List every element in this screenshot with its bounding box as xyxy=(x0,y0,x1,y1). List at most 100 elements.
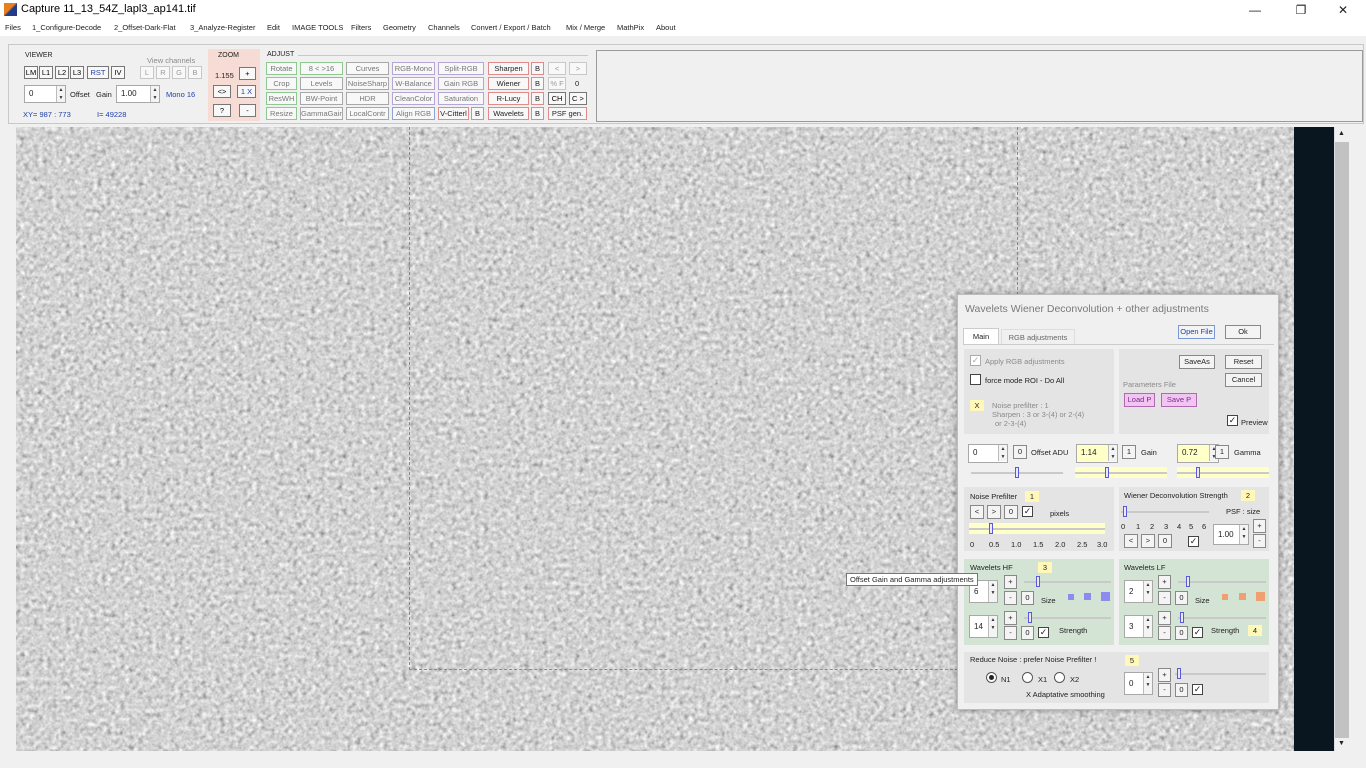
viewer-l3-button[interactable]: L3 xyxy=(70,66,84,79)
save-as-button[interactable]: SaveAs xyxy=(1179,355,1215,369)
bw-point-button[interactable]: BW-Point xyxy=(300,92,343,105)
zoom-1x-button[interactable]: 1 X xyxy=(237,85,256,98)
channel-b-button[interactable]: B xyxy=(188,66,202,79)
wiener-reset-button[interactable]: 0 xyxy=(1158,534,1172,548)
wiener-decrease-button[interactable]: < xyxy=(1124,534,1138,548)
reduce-noise-spinner[interactable]: 0 ▲ ▼ xyxy=(1124,672,1153,695)
lf-size-minus-button[interactable]: - xyxy=(1158,591,1171,605)
save-p-button[interactable]: Save P xyxy=(1161,393,1197,407)
gain-spinner[interactable]: 1.14 ▲ ▼ xyxy=(1076,444,1118,463)
psf-gen-button[interactable]: PSF gen. xyxy=(548,107,587,120)
hf-strength-spinner[interactable]: 14 ▲ ▼ xyxy=(969,615,998,638)
wiener-b-button[interactable]: B xyxy=(531,77,544,90)
menu-files[interactable]: Files xyxy=(5,23,21,32)
wiener-slider-thumb[interactable] xyxy=(1123,506,1127,517)
gain-slider-thumb[interactable] xyxy=(1105,467,1109,478)
zoom-help-button[interactable]: ? xyxy=(213,104,231,117)
apply-rgb-checkbox[interactable]: ✓ xyxy=(970,355,981,366)
close-button[interactable]: ✕ xyxy=(1320,0,1366,20)
noise-reset-button[interactable]: 0 xyxy=(1004,505,1018,519)
menu-edit[interactable]: Edit xyxy=(267,23,280,32)
lf-size-slider[interactable] xyxy=(1178,576,1266,587)
scroll-down-icon[interactable]: ▼ xyxy=(1338,740,1345,747)
noise-increase-button[interactable]: > xyxy=(987,505,1001,519)
gain-reset-button[interactable]: 1 xyxy=(1122,445,1136,459)
reduce-noise-checkbox[interactable]: ✓ xyxy=(1192,684,1203,695)
force-mode-checkbox[interactable] xyxy=(970,374,981,385)
viewer-iv-button[interactable]: IV xyxy=(111,66,125,79)
menu-about[interactable]: About xyxy=(656,23,676,32)
scroll-up-icon[interactable]: ▲ xyxy=(1338,130,1345,137)
reduce-noise-reset-button[interactable]: 0 xyxy=(1175,683,1188,697)
viewer-l1-button[interactable]: L1 xyxy=(39,66,53,79)
n1-radio[interactable] xyxy=(986,672,997,683)
viewer-gain-spinner[interactable]: 1.00 ▲ ▼ xyxy=(116,85,160,103)
menu-configure-decode[interactable]: 1_Configure-Decode xyxy=(32,23,101,32)
reswh-button[interactable]: ResWH xyxy=(266,92,297,105)
hdr-button[interactable]: HDR xyxy=(346,92,389,105)
saturation-button[interactable]: Saturation xyxy=(438,92,484,105)
v-citterl-b-button[interactable]: B xyxy=(471,107,484,120)
percent-f-button[interactable]: % F xyxy=(548,77,566,90)
wavelets-b-button[interactable]: B xyxy=(531,107,544,120)
menu-mix-merge[interactable]: Mix / Merge xyxy=(566,23,605,32)
reset-button[interactable]: Reset xyxy=(1225,355,1262,369)
lf-strength-minus-button[interactable]: - xyxy=(1158,626,1171,640)
spinner-arrows-icon[interactable]: ▲ ▼ xyxy=(988,616,997,637)
offset-adu-spinner[interactable]: 0 ▲ ▼ xyxy=(968,444,1008,463)
noisesharp-button[interactable]: NoiseSharp xyxy=(346,77,389,90)
gain-rgb-button[interactable]: Gain RGB xyxy=(438,77,484,90)
noise-decrease-button[interactable]: < xyxy=(970,505,984,519)
menu-offset-dark-flat[interactable]: 2_Offset-Dark-Flat xyxy=(114,23,176,32)
tab-rgb-adjustments[interactable]: RGB adjustments xyxy=(1001,329,1075,344)
gammagain-button[interactable]: GammaGain xyxy=(300,107,343,120)
gamma-spinner[interactable]: 0.72 ▲ ▼ xyxy=(1177,444,1219,463)
wiener-strength-slider[interactable] xyxy=(1121,506,1209,517)
viewer-l2-button[interactable]: L2 xyxy=(55,66,69,79)
adjust-prev-button[interactable]: < xyxy=(548,62,566,75)
spinner-arrows-icon[interactable]: ▲ ▼ xyxy=(56,86,65,102)
wiener-increase-button[interactable]: > xyxy=(1141,534,1155,548)
lf-strength-spinner[interactable]: 3 ▲ ▼ xyxy=(1124,615,1153,638)
c-next-button[interactable]: C > xyxy=(569,92,587,105)
channel-g-button[interactable]: G xyxy=(172,66,186,79)
tab-main[interactable]: Main xyxy=(963,328,999,344)
noise-prefilter-slider-thumb[interactable] xyxy=(989,523,993,534)
reduce-noise-slider[interactable] xyxy=(1175,668,1266,679)
scrollbar-thumb[interactable] xyxy=(1335,142,1349,738)
bit-depth-button[interactable]: 8 < >16 xyxy=(300,62,343,75)
spinner-arrows-icon[interactable]: ▲ ▼ xyxy=(1108,445,1117,461)
zoom-out-button[interactable]: - xyxy=(239,104,256,117)
lf-strength-slider[interactable] xyxy=(1178,612,1266,623)
hf-size-slider-thumb[interactable] xyxy=(1036,576,1040,587)
lf-strength-slider-thumb[interactable] xyxy=(1180,612,1184,623)
split-rgb-button[interactable]: Split-RGB xyxy=(438,62,484,75)
x1-radio[interactable] xyxy=(1022,672,1033,683)
hf-strength-reset-button[interactable]: 0 xyxy=(1021,626,1034,640)
wiener-checkbox[interactable]: ✓ xyxy=(1188,536,1199,547)
crop-button[interactable]: Crop xyxy=(266,77,297,90)
gain-slider[interactable] xyxy=(1075,467,1167,478)
gamma-reset-button[interactable]: 1 xyxy=(1215,445,1229,459)
ch-button[interactable]: CH xyxy=(548,92,566,105)
adjust-next-button[interactable]: > xyxy=(569,62,587,75)
preview-checkbox[interactable]: ✓ xyxy=(1227,415,1238,426)
reduce-noise-plus-button[interactable]: + xyxy=(1158,668,1171,682)
ok-button[interactable]: Ok xyxy=(1225,325,1261,339)
zoom-fit-button[interactable]: <> xyxy=(213,85,231,98)
psf-minus-button[interactable]: - xyxy=(1253,534,1266,548)
zoom-in-button[interactable]: + xyxy=(239,67,256,80)
levels-button[interactable]: Levels xyxy=(300,77,343,90)
viewer-rst-button[interactable]: RST xyxy=(87,66,109,79)
maximize-button[interactable]: ❐ xyxy=(1278,0,1324,20)
hf-strength-checkbox[interactable]: ✓ xyxy=(1038,627,1049,638)
hf-strength-slider-thumb[interactable] xyxy=(1028,612,1032,623)
menu-convert-export-batch[interactable]: Convert / Export / Batch xyxy=(471,23,551,32)
lf-strength-checkbox[interactable]: ✓ xyxy=(1192,627,1203,638)
gamma-slider[interactable] xyxy=(1177,467,1269,478)
spinner-arrows-icon[interactable]: ▲ ▼ xyxy=(1143,673,1152,694)
resize-button[interactable]: Resize xyxy=(266,107,297,120)
lf-strength-reset-button[interactable]: 0 xyxy=(1175,626,1188,640)
noise-prefilter-slider[interactable] xyxy=(969,523,1105,534)
r-lucy-button[interactable]: R-Lucy xyxy=(488,92,529,105)
